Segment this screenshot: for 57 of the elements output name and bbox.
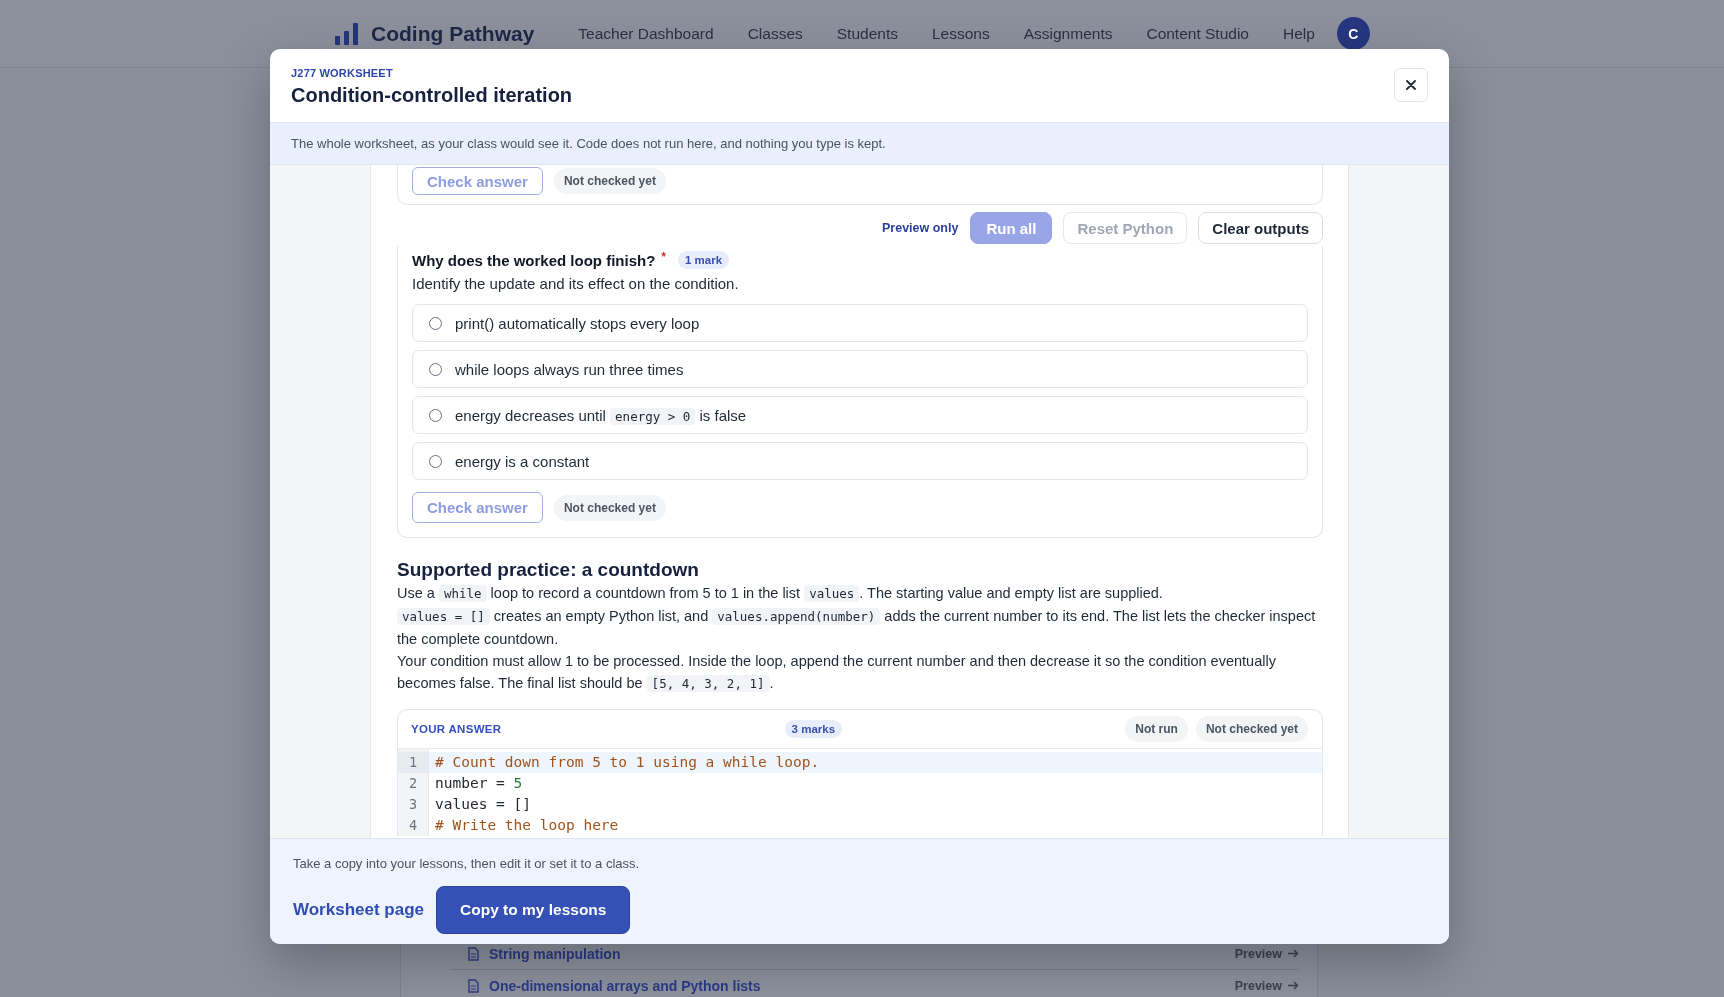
radio-button[interactable]: [429, 316, 442, 330]
nav-link[interactable]: Teacher Dashboard: [578, 24, 714, 43]
worksheet-code-label: J277 WORKSHEET: [291, 66, 394, 80]
line-number: 3: [407, 795, 419, 814]
worksheet-page-link[interactable]: Worksheet page: [293, 900, 424, 920]
line-number: 1: [398, 752, 428, 773]
line-number: 4: [407, 816, 419, 835]
preview-link[interactable]: Preview: [1234, 978, 1299, 993]
preview-link[interactable]: Preview: [1234, 946, 1299, 961]
answer-option[interactable]: print() automatically stops every loop: [412, 304, 1308, 342]
question-prompt: Identify the update and its effect on the condition.: [412, 274, 740, 294]
nav-link[interactable]: Content Studio: [1146, 24, 1249, 43]
answer-option[interactable]: energy is a constant: [412, 442, 1308, 480]
radio-button[interactable]: [429, 408, 442, 422]
brand-name[interactable]: Coding Pathway: [371, 21, 535, 46]
status-pill: Not checked yet: [553, 494, 666, 521]
copy-to-lessons-button[interactable]: Copy to my lessons: [436, 886, 631, 934]
nav-link[interactable]: Assignments: [1023, 24, 1113, 43]
code-line[interactable]: number = 5: [429, 773, 1322, 794]
lesson-link[interactable]: One-dimensional arrays and Python lists: [489, 977, 761, 994]
info-banner: The whole worksheet, as your class would see it. Code does not run here, and nothing you type is kept.: [270, 122, 1449, 165]
arrow-right-icon: [1288, 981, 1299, 990]
nav-link[interactable]: Classes: [747, 24, 803, 43]
question-title: Why does the worked loop finish?: [412, 251, 656, 269]
instruction-text: values = [] creates an empty Python list, and values.append(number) adds the current number to its end. The list lets the checker inspect the complete countdown.: [397, 607, 1317, 649]
toolbar-button[interactable]: Clear outputs: [1198, 212, 1323, 244]
bar-chart-icon: [335, 22, 358, 45]
nav-link[interactable]: Help: [1283, 24, 1315, 43]
answer-label: YOUR ANSWER: [411, 723, 502, 735]
document-icon: [468, 978, 479, 993]
radio-button[interactable]: [429, 454, 442, 468]
instruction-text: Use a while loop to record a countdown from 5 to 1 in the list values . The starting value and empty list are supplied.: [397, 584, 1164, 604]
status-pill: Not checked yet: [553, 168, 666, 194]
code-line[interactable]: # Write the loop here: [429, 815, 1322, 836]
close-button[interactable]: [1394, 68, 1428, 102]
status-pill: Not checked yet: [1195, 716, 1308, 742]
document-icon: [468, 946, 479, 961]
nav-link[interactable]: Lessons: [931, 24, 990, 43]
lesson-link[interactable]: String manipulation: [489, 945, 621, 962]
instruction-text: Your condition must allow 1 to be processed. Inside the loop, append the current number and then decrease it so the condition eventually becomes false. The final list should be [5, 4, 3, 2, 1] .: [397, 652, 1277, 694]
code-line[interactable]: values = []: [429, 794, 1322, 815]
close-icon: [1406, 80, 1416, 90]
section-heading: Supported practice: a countdown: [397, 558, 700, 582]
nav-link[interactable]: Students: [836, 24, 898, 43]
answer-option[interactable]: energy decreases until energy > 0 is false: [412, 396, 1308, 434]
preview-only-label: Preview only: [882, 221, 959, 235]
required-marker: *: [661, 250, 666, 264]
answer-option[interactable]: while loops always run three times: [412, 350, 1308, 388]
marks-badge: 3 marks: [784, 720, 843, 738]
line-number: 2: [407, 774, 419, 793]
user-avatar[interactable]: C: [1336, 17, 1370, 50]
marks-badge: 1 mark: [678, 251, 730, 269]
arrow-right-icon: [1288, 949, 1299, 958]
status-pill: Not run: [1125, 716, 1188, 742]
radio-button[interactable]: [429, 362, 442, 376]
modal-title: Condition-controlled iteration: [291, 83, 573, 108]
footer-note: Take a copy into your lessons, then edit it or set it to a class.: [293, 855, 641, 873]
